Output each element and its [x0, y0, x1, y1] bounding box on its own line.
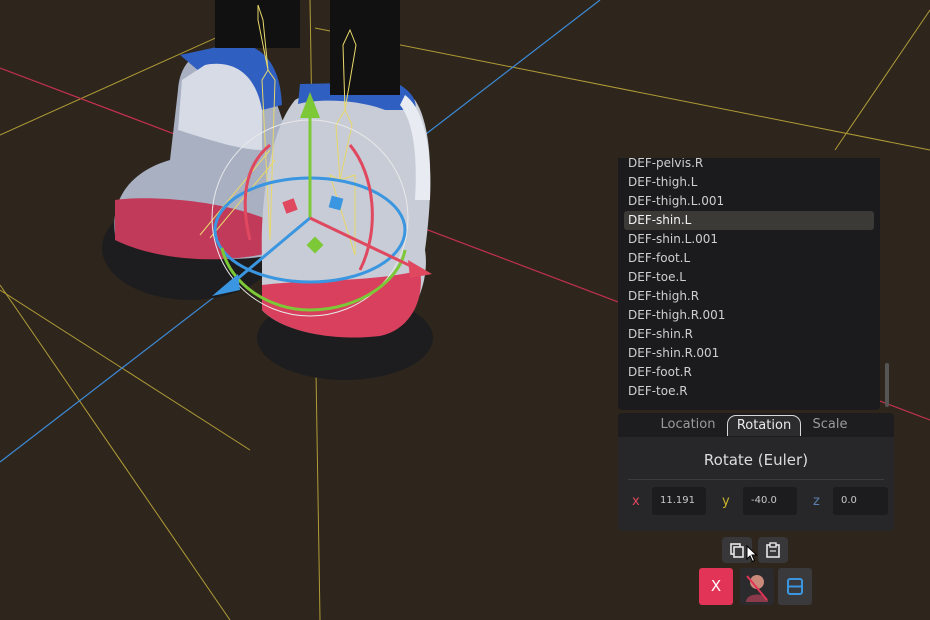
list-item[interactable]: DEF-foot.L — [624, 249, 874, 268]
list-item[interactable]: DEF-thigh.R — [624, 287, 874, 306]
divider — [628, 479, 884, 480]
transform-panel: Location Rotation Scale Rotate (Euler) x… — [618, 413, 894, 531]
y-axis-label: y — [722, 494, 730, 509]
list-item[interactable]: DEF-toe.R — [624, 382, 874, 401]
rotation-x-field[interactable]: 11.191 — [652, 487, 706, 515]
mouse-cursor-icon — [746, 545, 758, 563]
list-item[interactable]: DEF-pelvis.R — [624, 158, 874, 173]
z-axis-label: z — [813, 494, 820, 509]
clipboard-icon — [766, 542, 780, 558]
list-item[interactable]: DEF-toe.L — [624, 268, 874, 287]
list-item[interactable]: DEF-shin.R — [624, 325, 874, 344]
tab-location[interactable]: Location — [654, 415, 722, 435]
layout-button[interactable] — [778, 568, 812, 605]
paste-button[interactable] — [758, 537, 788, 563]
tab-rotation[interactable]: Rotation — [727, 415, 801, 436]
list-item[interactable]: DEF-foot.R — [624, 363, 874, 382]
tab-scale[interactable]: Scale — [804, 415, 856, 435]
rotation-z-field[interactable]: 0.0 — [833, 487, 888, 515]
operator-title: Rotate (Euler) — [703, 451, 809, 469]
list-item[interactable]: DEF-thigh.L.001 — [624, 192, 874, 211]
x-axis-label: x — [632, 494, 640, 509]
avatar-icon — [746, 575, 768, 602]
list-item[interactable]: DEF-thigh.R.001 — [624, 306, 874, 325]
panel-layout-icon — [787, 578, 803, 595]
close-button[interactable]: X — [699, 568, 733, 605]
list-item[interactable]: DEF-shin.R.001 — [624, 344, 874, 363]
list-item-selected[interactable]: DEF-shin.L — [624, 211, 874, 230]
bone-list-panel[interactable]: DEF-pelvis.R DEF-thigh.L DEF-thigh.L.001… — [618, 158, 880, 410]
transform-tabs: Location Rotation Scale — [618, 413, 894, 437]
avatar-button[interactable] — [740, 568, 774, 605]
rotation-y-field[interactable]: -40.0 — [743, 487, 797, 515]
list-item[interactable]: DEF-thigh.L — [624, 173, 874, 192]
bone-list-scrollbar[interactable] — [885, 363, 889, 407]
bone-list: DEF-pelvis.R DEF-thigh.L DEF-thigh.L.001… — [624, 158, 874, 401]
list-item[interactable]: DEF-shin.L.001 — [624, 230, 874, 249]
